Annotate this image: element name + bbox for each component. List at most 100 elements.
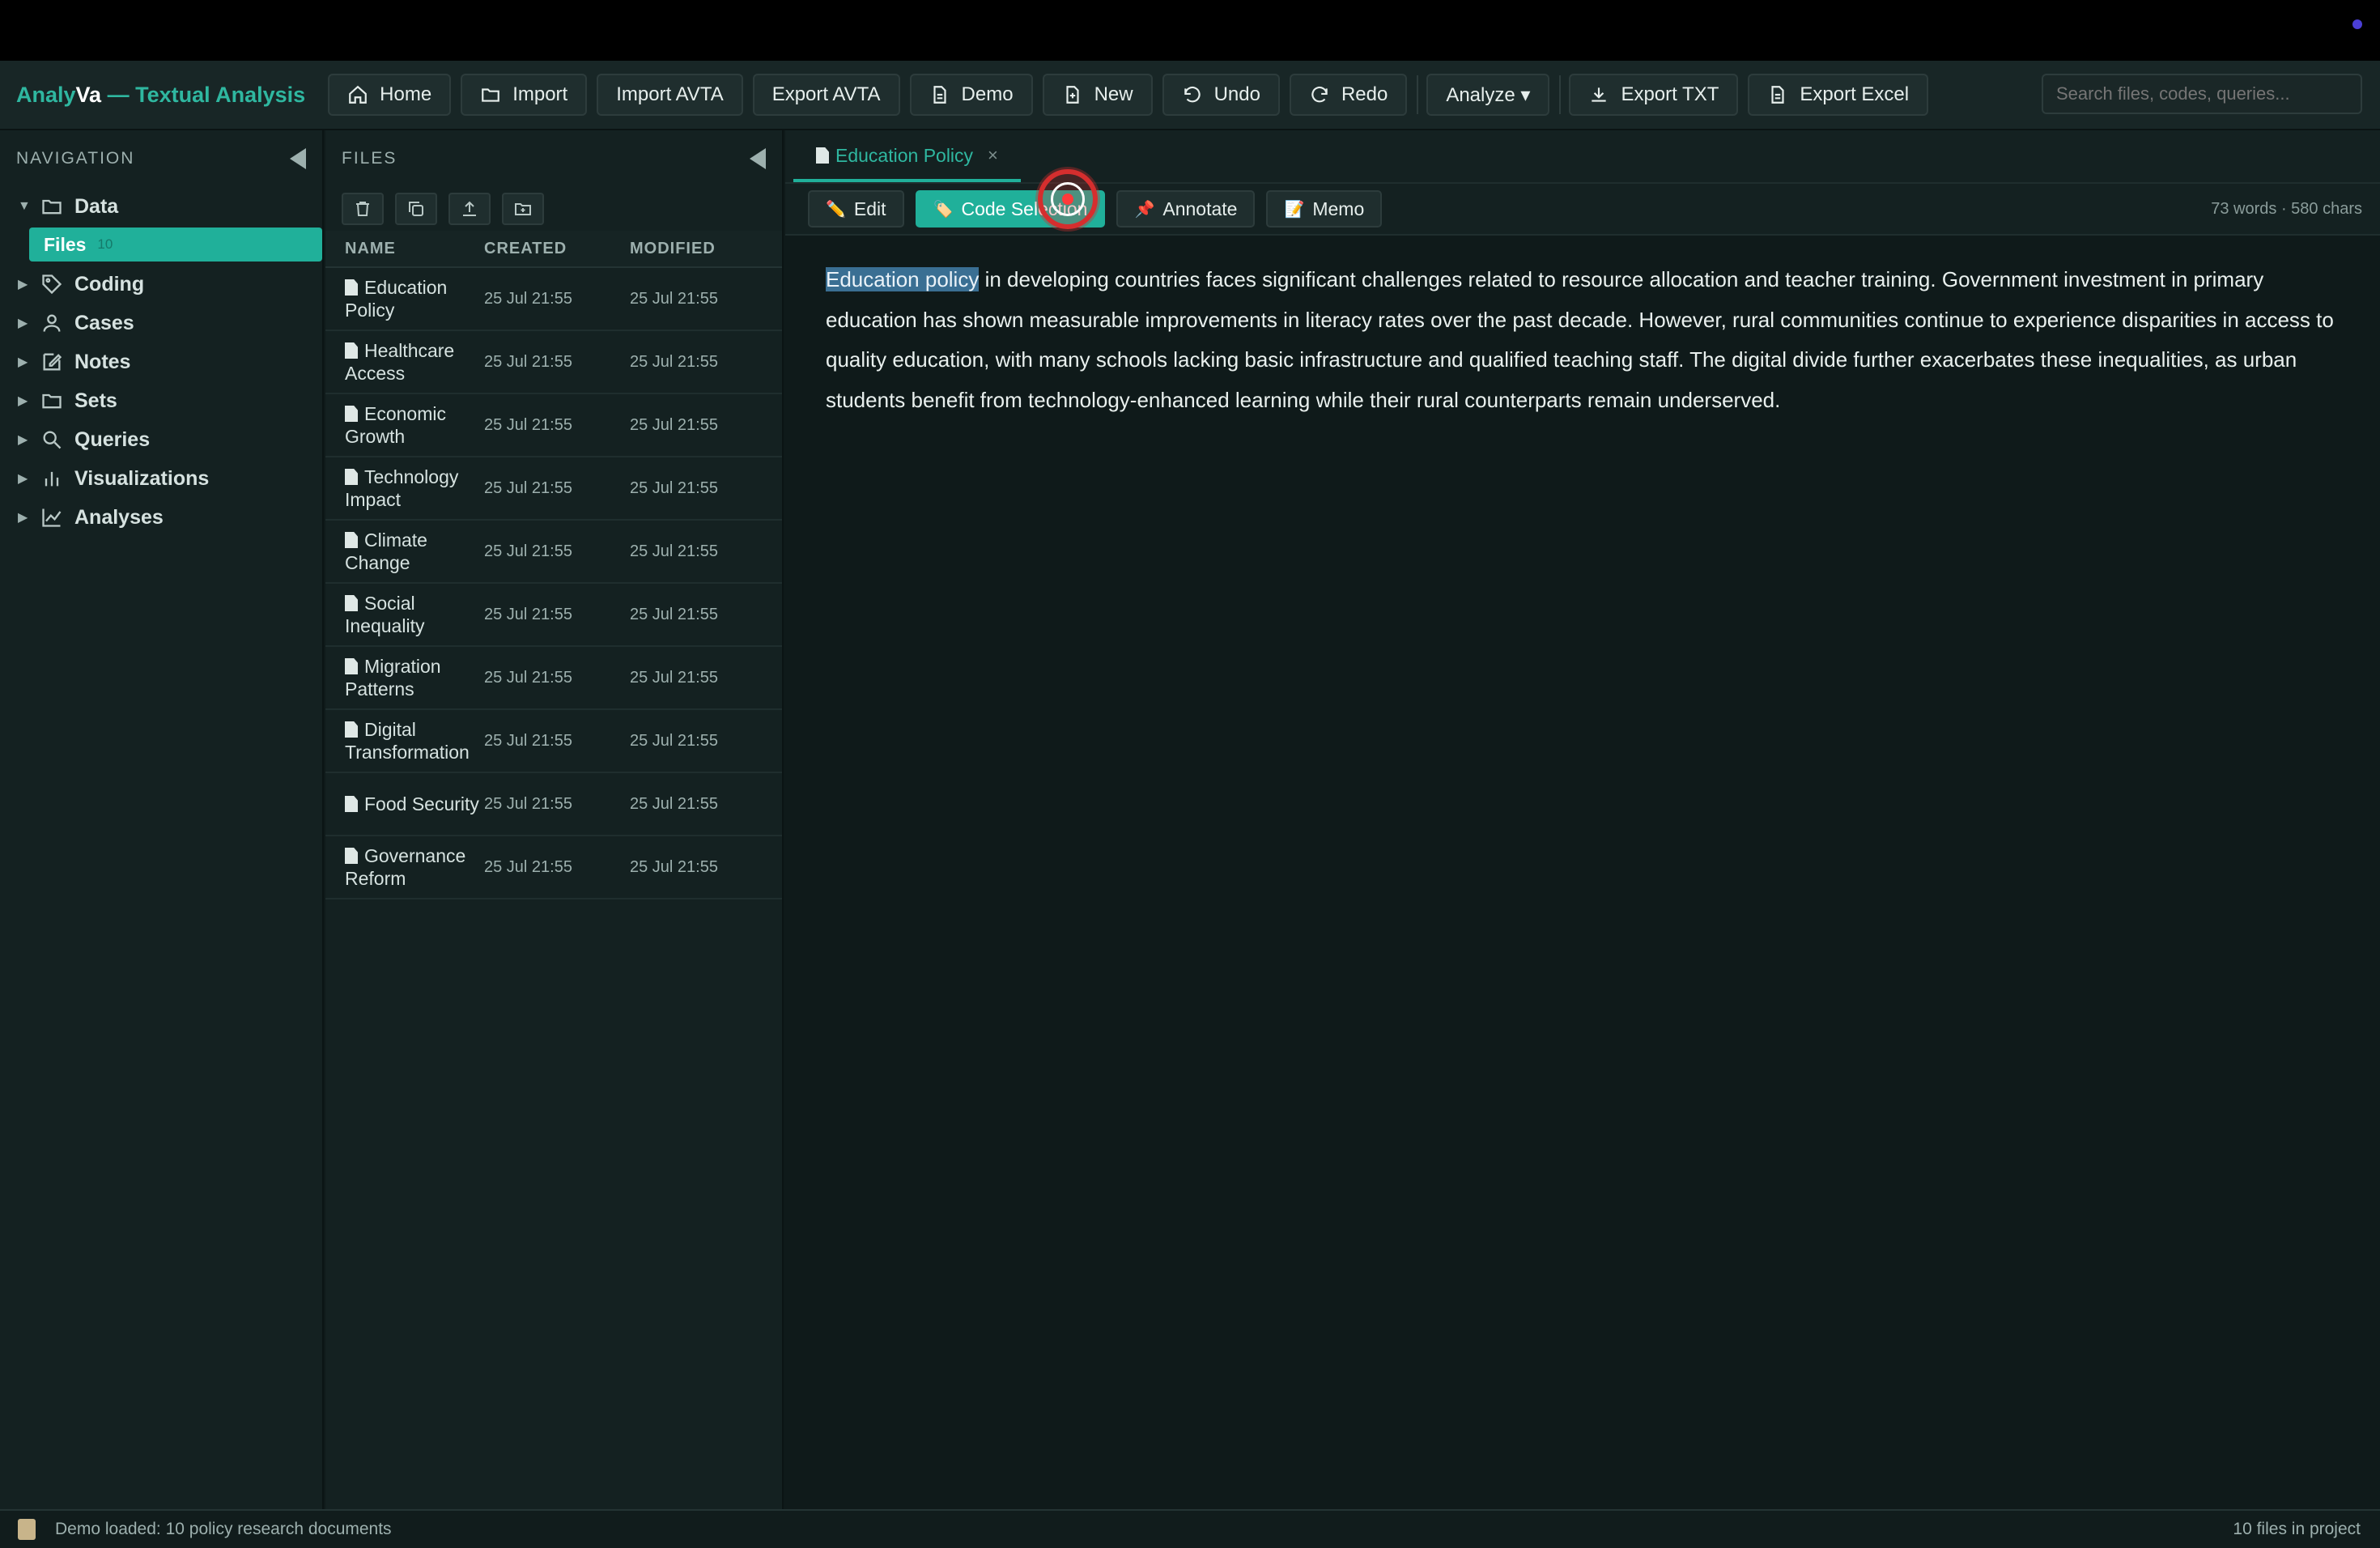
upload-icon [463, 201, 476, 216]
file-name: Technology Impact [345, 466, 459, 510]
main-toolbar: AnalyVa — Textual Analysis Home Import I… [0, 61, 2380, 130]
table-row[interactable]: Governance Reform 25 Jul 21:55 25 Jul 21… [325, 836, 782, 899]
collapsed-arrow-icon[interactable]: ▶ [18, 354, 40, 370]
file-modified: 25 Jul 21:55 [630, 731, 718, 750]
edit-icon [43, 353, 62, 371]
new-folder-button[interactable] [502, 193, 544, 225]
line-chart-icon [42, 508, 62, 527]
nav-item-visualizations[interactable]: ▶ Visualizations [0, 459, 322, 498]
delete-file-button[interactable] [342, 193, 384, 225]
analyze-dropdown[interactable]: Analyze ▾ [1426, 74, 1550, 116]
copy-icon [409, 202, 423, 216]
tag-icon [42, 274, 62, 295]
file-modified: 25 Jul 21:55 [630, 605, 718, 623]
search-input[interactable] [2042, 74, 2362, 114]
undo-button-label: Undo [1213, 83, 1260, 105]
file-created: 25 Jul 21:55 [484, 605, 572, 623]
document-text[interactable]: Education policy in developing countries… [785, 236, 2380, 420]
folder-icon [42, 393, 62, 409]
collapse-panel-icon[interactable] [750, 148, 766, 169]
expanded-arrow-icon[interactable]: ▼ [18, 199, 40, 214]
undo-button[interactable]: Undo [1162, 74, 1280, 116]
user-icon [43, 314, 61, 332]
document-icon [345, 279, 358, 296]
edit-button[interactable]: ✏️ Edit [808, 190, 904, 228]
nav-item-label: Coding [74, 272, 145, 296]
document-icon [933, 86, 946, 104]
close-icon[interactable]: × [988, 145, 998, 166]
tab-education-policy[interactable]: Education Policy × [793, 132, 1021, 182]
table-row[interactable]: Technology Impact 25 Jul 21:55 25 Jul 21… [325, 457, 782, 521]
nav-item-queries[interactable]: ▶ Queries [0, 420, 322, 459]
document-icon [345, 406, 358, 422]
undo-icon [1184, 86, 1201, 103]
nav-item-data[interactable]: ▼ Data [0, 187, 322, 226]
nav-item-sets[interactable]: ▶ Sets [0, 381, 322, 420]
collapsed-arrow-icon[interactable]: ▶ [18, 432, 40, 448]
column-header-modified[interactable]: MODIFIED [630, 240, 767, 258]
file-count-status: 10 files in project [2233, 1520, 2361, 1538]
collapse-panel-icon[interactable] [290, 148, 306, 169]
collapsed-arrow-icon[interactable]: ▶ [18, 276, 40, 292]
table-row[interactable]: Food Security 25 Jul 21:55 25 Jul 21:55 [325, 773, 782, 836]
export-avta-label: Export AVTA [771, 83, 881, 105]
table-row[interactable]: Economic Growth 25 Jul 21:55 25 Jul 21:5… [325, 394, 782, 457]
home-icon [349, 85, 368, 104]
memo-button[interactable]: 📝 Memo [1266, 190, 1383, 228]
redo-button[interactable]: Redo [1289, 74, 1408, 116]
nav-item-cases[interactable]: ▶ Cases [0, 304, 322, 342]
nav-item-analyses[interactable]: ▶ Analyses [0, 498, 322, 537]
collapsed-arrow-icon[interactable]: ▶ [18, 470, 40, 487]
collapsed-arrow-icon[interactable]: ▶ [18, 393, 40, 409]
table-row[interactable]: Climate Change 25 Jul 21:55 25 Jul 21:55 [325, 521, 782, 584]
document-icon [345, 658, 358, 674]
selected-text[interactable]: Education policy [826, 267, 980, 291]
label-tag-icon: 🏷️ [933, 200, 954, 219]
bar-chart-icon [45, 471, 59, 487]
collapsed-arrow-icon[interactable]: ▶ [18, 509, 40, 525]
folder-icon [482, 88, 500, 102]
table-row[interactable]: Digital Transformation 25 Jul 21:55 25 J… [325, 710, 782, 773]
import-button[interactable]: Import [461, 74, 588, 116]
table-row[interactable]: Migration Patterns 25 Jul 21:55 25 Jul 2… [325, 647, 782, 710]
os-menu-bar [0, 0, 2380, 61]
files-count-badge: 10 [97, 236, 113, 252]
table-row[interactable]: Education Policy 25 Jul 21:55 25 Jul 21:… [325, 268, 782, 331]
collapsed-arrow-icon[interactable]: ▶ [18, 315, 40, 331]
export-txt-button[interactable]: Export TXT [1569, 74, 1739, 116]
file-created: 25 Jul 21:55 [484, 289, 572, 308]
tab-strip: Education Policy × [785, 130, 2380, 184]
column-header-name[interactable]: NAME [325, 240, 484, 258]
upload-file-button[interactable] [448, 193, 491, 225]
download-icon [1592, 87, 1607, 102]
file-name: Migration Patterns [345, 656, 441, 700]
folder-icon [42, 199, 62, 215]
nav-item-coding[interactable]: ▶ Coding [0, 265, 322, 304]
new-button[interactable]: New [1042, 74, 1153, 116]
table-row[interactable]: Healthcare Access 25 Jul 21:55 25 Jul 21… [325, 331, 782, 394]
demo-button[interactable]: Demo [909, 74, 1033, 116]
annotate-button[interactable]: 📌 Annotate [1116, 190, 1256, 228]
duplicate-file-button[interactable] [395, 193, 437, 225]
search-icon [43, 431, 62, 449]
export-excel-button[interactable]: Export Excel [1748, 74, 1929, 116]
nav-item-notes[interactable]: ▶ Notes [0, 342, 322, 381]
nav-item-label: Visualizations [74, 466, 210, 490]
column-header-created[interactable]: CREATED [484, 240, 630, 258]
nav-item-files[interactable]: Files 10 [29, 228, 322, 262]
document-icon [345, 469, 358, 485]
word-count: 73 words · 580 chars [2211, 199, 2362, 218]
nav-item-label: Queries [74, 427, 151, 451]
file-created: 25 Jul 21:55 [484, 415, 572, 434]
export-excel-label: Export Excel [1800, 83, 1910, 105]
table-row[interactable]: Social Inequality 25 Jul 21:55 25 Jul 21… [325, 584, 782, 647]
nav-item-label: Notes [74, 350, 131, 373]
navigation-header: NAVIGATION [0, 130, 322, 187]
file-name: Governance Reform [345, 845, 466, 889]
home-button[interactable]: Home [328, 74, 452, 116]
trash-icon [356, 202, 369, 216]
import-avta-button[interactable]: Import AVTA [597, 74, 743, 116]
folder-plus-icon [515, 203, 531, 215]
document-icon [1771, 86, 1784, 104]
export-avta-button[interactable]: Export AVTA [752, 74, 900, 116]
